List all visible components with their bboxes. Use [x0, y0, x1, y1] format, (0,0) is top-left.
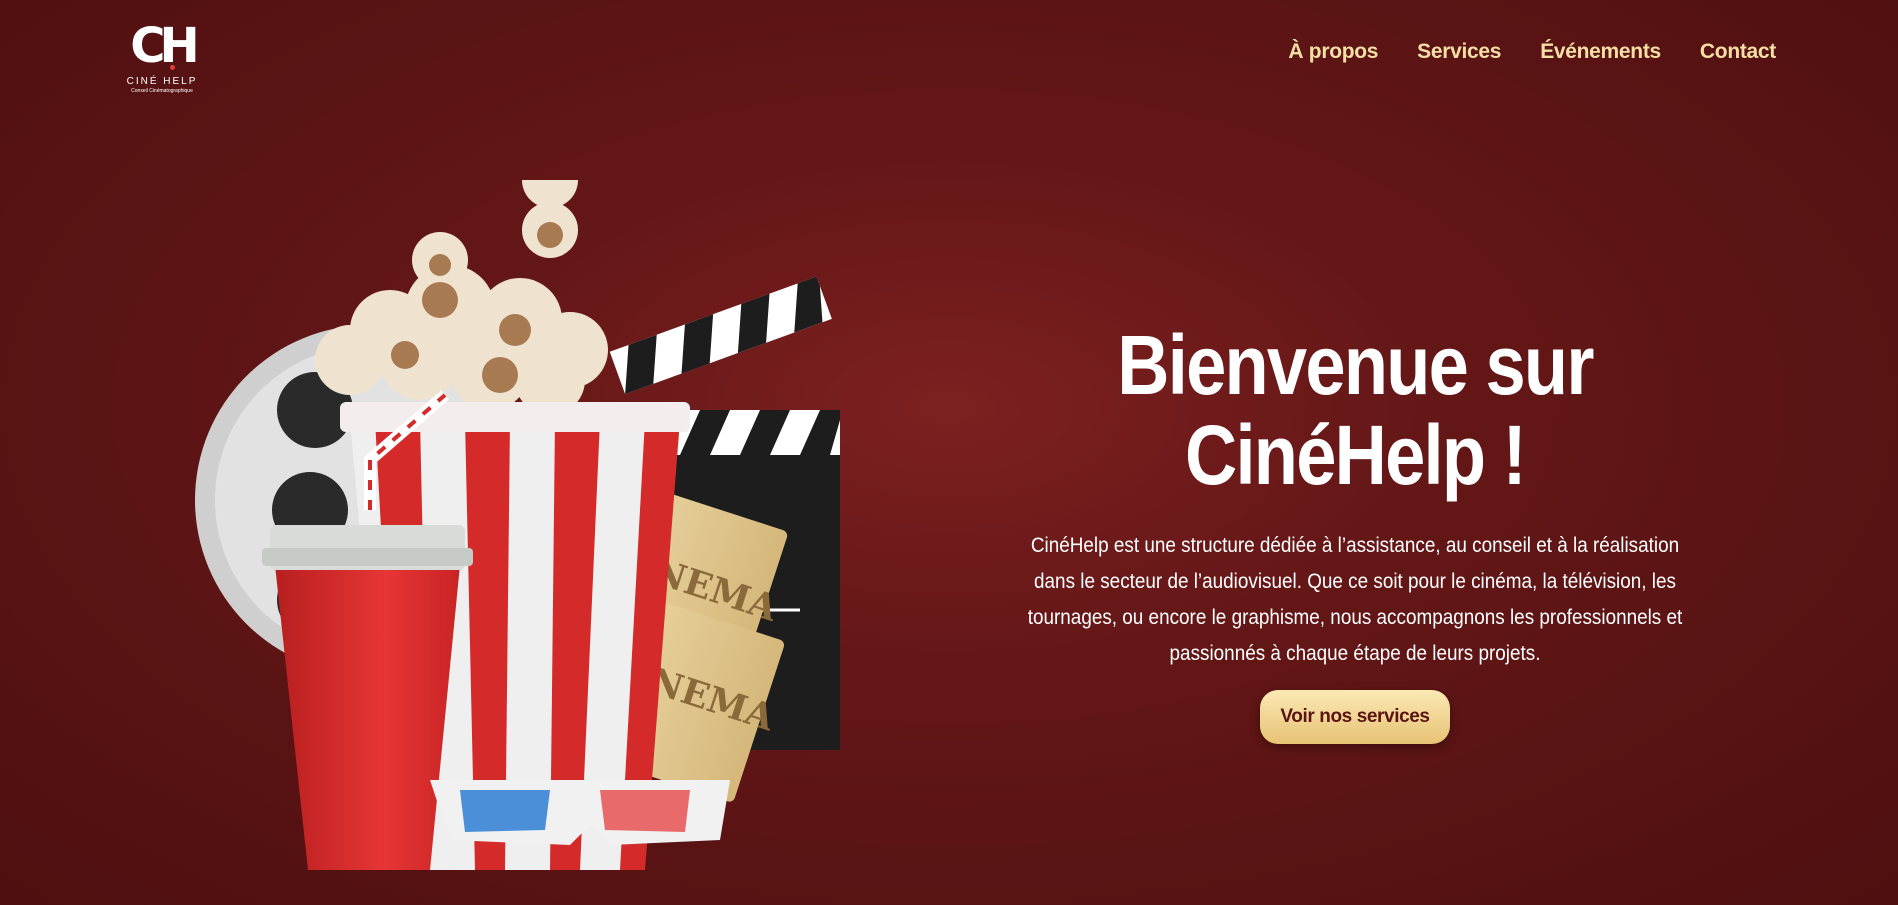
logo-mark: CH — [130, 22, 200, 70]
logo-tagline: Conseil Cinématographique — [131, 88, 193, 94]
logo-mark-text: CH — [130, 18, 199, 74]
hero-title: Bienvenue sur CinéHelp ! — [1037, 320, 1673, 500]
logo[interactable]: CH CINÉ HELP Conseil Cinématographique — [122, 22, 202, 94]
hero-title-line2: CinéHelp ! — [1184, 408, 1527, 502]
main-nav: À propos Services Événements Contact — [1288, 40, 1776, 64]
nav-item-about[interactable]: À propos — [1288, 40, 1378, 64]
nav-item-services[interactable]: Services — [1417, 40, 1501, 64]
cinema-illustration: CINEMA CINEMA — [195, 180, 840, 870]
popcorn-icon — [315, 180, 608, 415]
nav-item-events[interactable]: Événements — [1540, 40, 1661, 64]
view-services-button[interactable]: Voir nos services — [1260, 690, 1450, 744]
hero-title-line1: Bienvenue sur — [1117, 318, 1594, 412]
logo-name: CINÉ HELP — [126, 76, 198, 87]
nav-item-contact[interactable]: Contact — [1700, 40, 1776, 64]
hero-description: CinéHelp est une structure dédiée à l’as… — [1027, 534, 1683, 665]
hero-section: Bienvenue sur CinéHelp ! CinéHelp est un… — [985, 320, 1725, 744]
